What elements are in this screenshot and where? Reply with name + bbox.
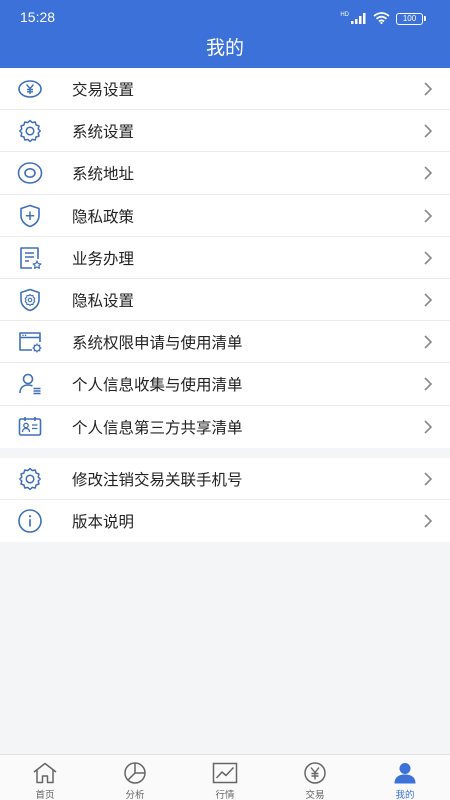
signal-icon	[351, 9, 367, 28]
status-icons: HD 100	[340, 9, 426, 28]
menu-item-label: 隐私设置	[72, 292, 135, 311]
chevron-right-icon	[424, 82, 433, 96]
shield-plus-icon	[16, 202, 44, 230]
menu-item-system-settings[interactable]: 系统设置	[0, 110, 450, 153]
menu-item-privacy-settings[interactable]: 隐私设置	[0, 279, 450, 322]
window-gear-icon	[16, 328, 44, 356]
location-icon	[16, 159, 44, 187]
chevron-right-icon	[424, 472, 433, 486]
chevron-right-icon	[424, 166, 433, 181]
bottom-tab-bar: 首页 分析 行情 交易 我的	[0, 754, 450, 800]
document-star-icon	[16, 244, 44, 272]
menu-item-version-info[interactable]: 版本说明	[0, 500, 450, 542]
chevron-right-icon	[424, 293, 433, 307]
chevron-right-icon	[424, 251, 433, 265]
settings-menu-group-2: 修改注销交易关联手机号 版本说明	[0, 458, 450, 543]
tab-label: 分析	[125, 790, 145, 800]
pie-chart-icon	[122, 761, 148, 785]
user-list-icon	[16, 370, 44, 398]
network-type-label: HD	[340, 11, 349, 18]
menu-item-modify-phone[interactable]: 修改注销交易关联手机号	[0, 458, 450, 501]
chevron-right-icon	[424, 209, 433, 223]
settings-menu-group-1: 交易设置 系统设置 系统地址 隐私政策 业务办理 隐私设置 系统权限申请与使用清…	[0, 68, 450, 448]
app-header: 15:28 HD 100 我的	[0, 0, 450, 68]
home-icon	[32, 761, 58, 785]
shield-gear-icon	[16, 286, 44, 314]
user-icon	[392, 761, 418, 785]
chevron-right-icon	[424, 124, 433, 138]
tab-trade[interactable]: 交易	[270, 755, 360, 800]
menu-item-label: 系统设置	[72, 123, 135, 142]
battery-icon: 100	[396, 12, 426, 25]
yen-circle-icon	[16, 75, 44, 103]
tab-label: 交易	[305, 790, 325, 800]
page-title: 我的	[205, 37, 244, 59]
menu-item-label: 业务办理	[72, 249, 135, 268]
menu-item-trade-settings[interactable]: 交易设置	[0, 68, 450, 111]
yen-circle-icon	[302, 761, 328, 785]
menu-item-privacy-policy[interactable]: 隐私政策	[0, 195, 450, 237]
tab-mine[interactable]: 我的	[360, 755, 450, 800]
battery-level: 100	[396, 12, 423, 25]
menu-item-system-address[interactable]: 系统地址	[0, 152, 450, 195]
menu-item-third-party-sharing[interactable]: 个人信息第三方共享清单	[0, 406, 450, 448]
gear-icon	[16, 465, 44, 493]
menu-item-label: 个人信息第三方共享清单	[72, 418, 243, 437]
menu-item-business-handling[interactable]: 业务办理	[0, 237, 450, 279]
menu-item-label: 隐私政策	[72, 207, 135, 226]
id-card-icon	[16, 413, 44, 441]
status-bar: 15:28 HD 100	[0, 0, 450, 30]
chevron-right-icon	[424, 514, 433, 528]
menu-item-personal-info-collection[interactable]: 个人信息收集与使用清单	[0, 363, 450, 406]
chevron-right-icon	[424, 377, 433, 391]
tab-home[interactable]: 首页	[0, 755, 90, 800]
menu-item-label: 修改注销交易关联手机号	[72, 471, 243, 490]
tab-analysis[interactable]: 分析	[90, 755, 180, 800]
status-time: 15:28	[20, 9, 56, 25]
wifi-icon	[373, 9, 390, 28]
tab-label: 行情	[215, 790, 235, 800]
tab-label: 首页	[35, 790, 55, 800]
menu-item-permission-list[interactable]: 系统权限申请与使用清单	[0, 321, 450, 364]
chevron-right-icon	[424, 420, 433, 434]
gear-icon	[16, 117, 44, 145]
line-chart-icon	[212, 761, 238, 785]
tab-market[interactable]: 行情	[180, 755, 270, 800]
tab-label: 我的	[395, 790, 415, 800]
chevron-right-icon	[424, 335, 433, 349]
menu-item-label: 版本说明	[72, 513, 135, 532]
menu-item-label: 系统权限申请与使用清单	[72, 334, 243, 353]
menu-item-label: 个人信息收集与使用清单	[72, 376, 243, 395]
info-circle-icon	[16, 507, 44, 535]
menu-item-label: 交易设置	[72, 81, 135, 100]
menu-item-label: 系统地址	[72, 165, 135, 184]
